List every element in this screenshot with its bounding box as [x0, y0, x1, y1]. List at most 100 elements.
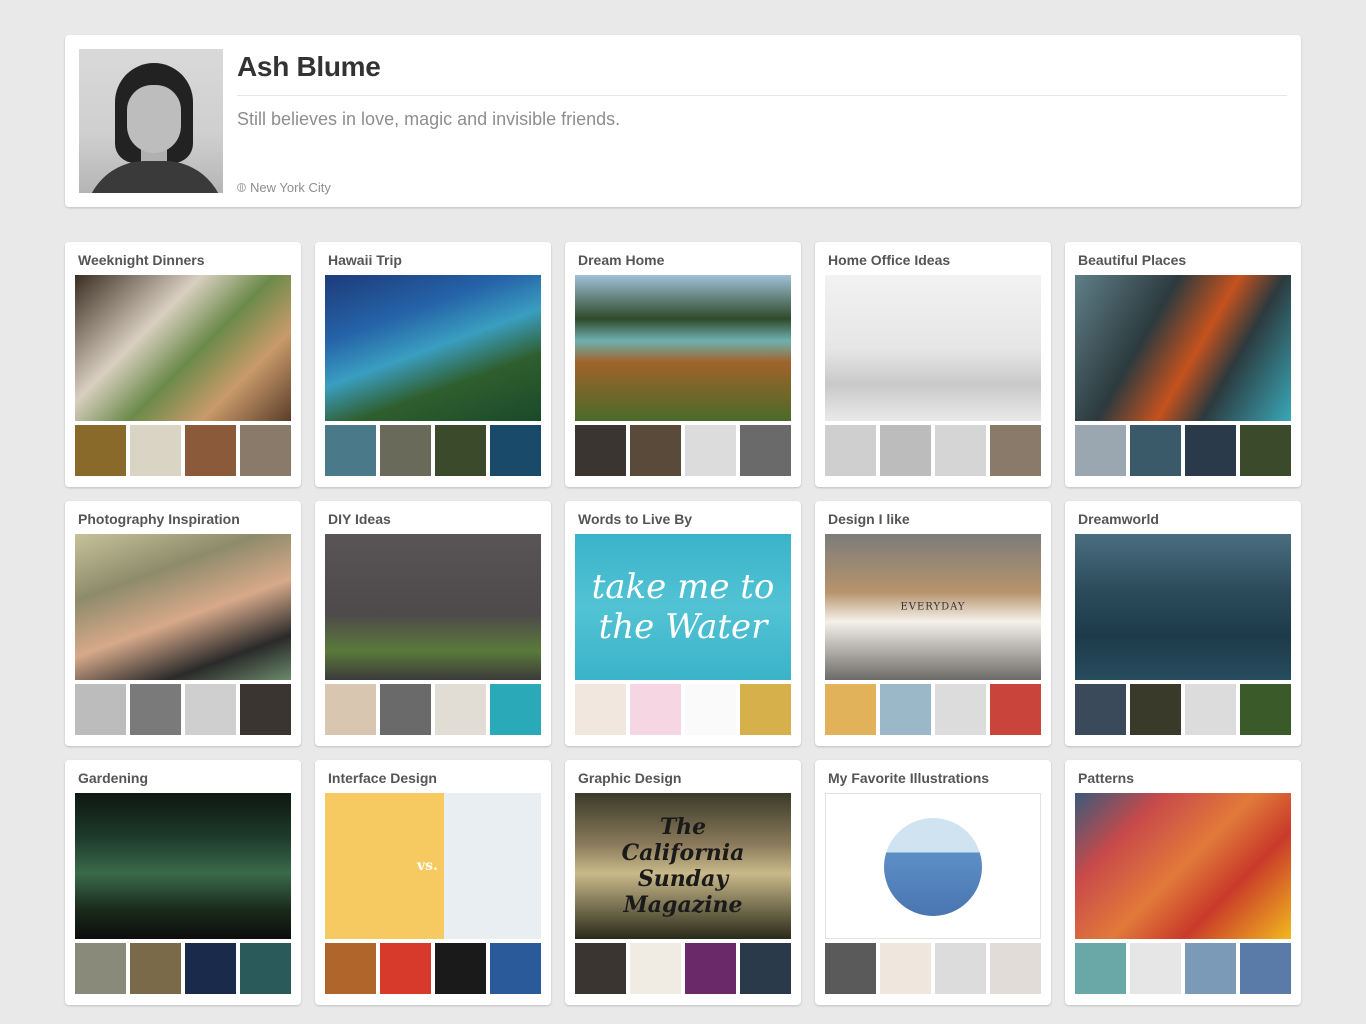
board-title[interactable]: Hawaii Trip — [328, 252, 402, 268]
board-card-graphic-design[interactable]: Graphic Design The California Sunday Maga… — [565, 760, 801, 1005]
board-title[interactable]: Patterns — [1078, 770, 1134, 786]
board-thumbnail[interactable] — [490, 943, 541, 994]
board-thumbnail[interactable] — [380, 943, 431, 994]
board-thumbnail[interactable] — [435, 425, 486, 476]
board-card-words-to-live-by[interactable]: Words to Live By take me to the Water — [565, 501, 801, 746]
board-card-interface-design[interactable]: Interface Design vs. — [315, 760, 551, 1005]
board-thumbnail[interactable] — [1075, 425, 1126, 476]
board-cover-image[interactable] — [1075, 534, 1291, 680]
board-thumbnail[interactable] — [185, 943, 236, 994]
board-thumbnail[interactable] — [825, 684, 876, 735]
board-title[interactable]: Photography Inspiration — [78, 511, 240, 527]
board-thumbnail[interactable] — [1075, 943, 1126, 994]
board-thumbnail[interactable] — [825, 943, 876, 994]
board-thumbnail[interactable] — [185, 425, 236, 476]
board-thumbnail[interactable] — [990, 684, 1041, 735]
board-thumbnail[interactable] — [990, 425, 1041, 476]
board-thumbnail[interactable] — [435, 943, 486, 994]
board-title[interactable]: Design I like — [828, 511, 910, 527]
board-thumbnail[interactable] — [990, 943, 1041, 994]
board-cover-image[interactable] — [1075, 793, 1291, 939]
board-thumbnail[interactable] — [630, 425, 681, 476]
board-thumbnail[interactable] — [935, 425, 986, 476]
board-title[interactable]: Gardening — [78, 770, 148, 786]
board-cover-image[interactable] — [75, 793, 291, 939]
board-card-design-i-like[interactable]: Design I like EVERYDAY — [815, 501, 1051, 746]
board-cover-image[interactable] — [1075, 275, 1291, 421]
board-card-hawaii-trip[interactable]: Hawaii Trip — [315, 242, 551, 487]
board-thumbnail[interactable] — [630, 943, 681, 994]
board-cover-image[interactable] — [575, 275, 791, 421]
board-title[interactable]: My Favorite Illustrations — [828, 770, 989, 786]
board-card-diy-ideas[interactable]: DIY Ideas — [315, 501, 551, 746]
board-card-weeknight-dinners[interactable]: Weeknight Dinners — [65, 242, 301, 487]
board-title[interactable]: Interface Design — [328, 770, 437, 786]
board-thumbnail[interactable] — [1240, 943, 1291, 994]
board-card-beautiful-places[interactable]: Beautiful Places — [1065, 242, 1301, 487]
board-thumbnail[interactable] — [740, 684, 791, 735]
board-title[interactable]: Graphic Design — [578, 770, 681, 786]
board-cover-image[interactable] — [75, 275, 291, 421]
board-thumbnail[interactable] — [740, 425, 791, 476]
board-thumbnail[interactable] — [880, 684, 931, 735]
board-thumbnail[interactable] — [1130, 684, 1181, 735]
board-thumbnail[interactable] — [380, 425, 431, 476]
board-cover-image[interactable] — [75, 534, 291, 680]
board-cover-image[interactable]: vs. — [325, 793, 541, 939]
board-thumbnail[interactable] — [1130, 425, 1181, 476]
board-thumbnail[interactable] — [575, 684, 626, 735]
board-thumbnail[interactable] — [185, 684, 236, 735]
board-title[interactable]: DIY Ideas — [328, 511, 391, 527]
board-thumbnail[interactable] — [435, 684, 486, 735]
board-thumbnail[interactable] — [130, 684, 181, 735]
board-thumbnail[interactable] — [490, 425, 541, 476]
board-thumbnail[interactable] — [130, 425, 181, 476]
board-thumbnail[interactable] — [1185, 425, 1236, 476]
board-thumbnail[interactable] — [130, 943, 181, 994]
board-thumbnail[interactable] — [685, 684, 736, 735]
board-title[interactable]: Home Office Ideas — [828, 252, 950, 268]
board-thumbnail[interactable] — [685, 425, 736, 476]
board-thumbnail[interactable] — [240, 943, 291, 994]
board-thumbnail[interactable] — [685, 943, 736, 994]
board-thumbnail[interactable] — [240, 684, 291, 735]
board-thumbnail[interactable] — [325, 943, 376, 994]
board-card-patterns[interactable]: Patterns — [1065, 760, 1301, 1005]
board-title[interactable]: Weeknight Dinners — [78, 252, 205, 268]
board-thumbnail[interactable] — [1130, 943, 1181, 994]
avatar[interactable] — [79, 49, 223, 193]
board-card-photography-inspiration[interactable]: Photography Inspiration — [65, 501, 301, 746]
board-thumbnail[interactable] — [325, 425, 376, 476]
board-thumbnail[interactable] — [1075, 684, 1126, 735]
board-thumbnail[interactable] — [75, 425, 126, 476]
board-card-my-favorite-illustrations[interactable]: My Favorite Illustrations — [815, 760, 1051, 1005]
board-thumbnail[interactable] — [490, 684, 541, 735]
board-thumbnail[interactable] — [630, 684, 681, 735]
board-thumbnail[interactable] — [75, 684, 126, 735]
board-thumbnail[interactable] — [880, 943, 931, 994]
board-cover-image[interactable]: The California Sunday Magazine — [575, 793, 791, 939]
board-thumbnail[interactable] — [740, 943, 791, 994]
board-thumbnail[interactable] — [935, 684, 986, 735]
board-title[interactable]: Beautiful Places — [1078, 252, 1186, 268]
board-card-home-office-ideas[interactable]: Home Office Ideas — [815, 242, 1051, 487]
board-thumbnail[interactable] — [240, 425, 291, 476]
board-card-dream-home[interactable]: Dream Home — [565, 242, 801, 487]
board-thumbnail[interactable] — [1185, 684, 1236, 735]
board-thumbnail[interactable] — [380, 684, 431, 735]
board-thumbnail[interactable] — [325, 684, 376, 735]
board-cover-image[interactable] — [325, 534, 541, 680]
board-title[interactable]: Dreamworld — [1078, 511, 1159, 527]
board-thumbnail[interactable] — [75, 943, 126, 994]
board-cover-image[interactable] — [325, 275, 541, 421]
board-thumbnail[interactable] — [1240, 684, 1291, 735]
board-card-gardening[interactable]: Gardening — [65, 760, 301, 1005]
board-cover-image[interactable]: take me to the Water — [575, 534, 791, 680]
board-card-dreamworld[interactable]: Dreamworld — [1065, 501, 1301, 746]
board-cover-image[interactable] — [825, 275, 1041, 421]
board-title[interactable]: Dream Home — [578, 252, 664, 268]
board-thumbnail[interactable] — [825, 425, 876, 476]
board-title[interactable]: Words to Live By — [578, 511, 692, 527]
board-thumbnail[interactable] — [575, 943, 626, 994]
board-cover-image[interactable]: EVERYDAY — [825, 534, 1041, 680]
